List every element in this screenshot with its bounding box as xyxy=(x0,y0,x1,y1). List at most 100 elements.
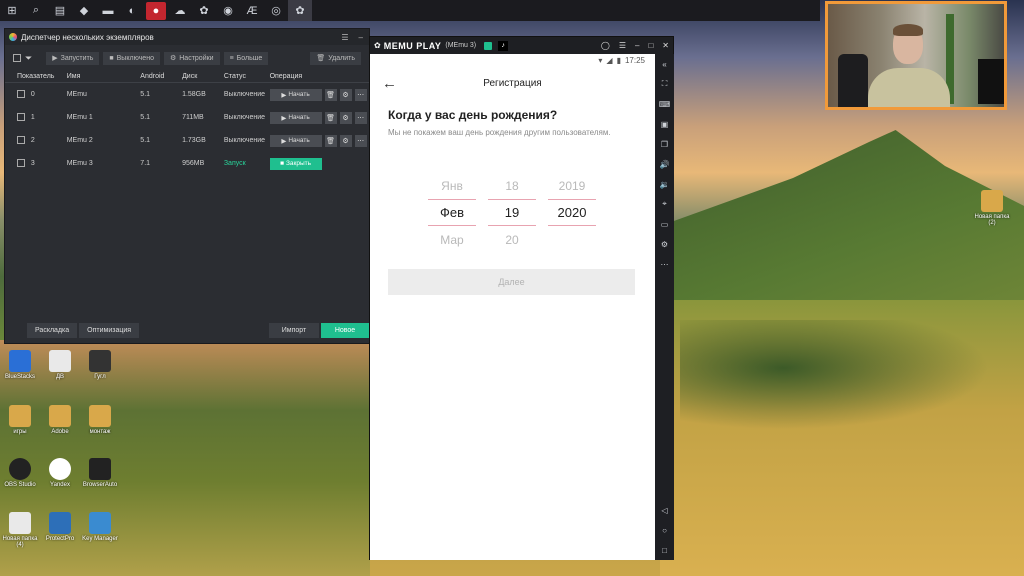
edge-icon[interactable]: ◐ xyxy=(120,0,144,21)
desktop-icon[interactable]: Adobe xyxy=(40,405,80,435)
layout-button[interactable]: Раскладка xyxy=(27,322,78,338)
trash-icon[interactable]: 🗑 xyxy=(324,134,337,147)
import-button[interactable]: Импорт xyxy=(269,322,319,338)
month-option[interactable]: Янв xyxy=(428,172,476,199)
optimize-button[interactable]: Оптимизация xyxy=(79,322,140,338)
record-icon[interactable]: ● xyxy=(146,1,166,20)
menu-icon[interactable]: ☰ xyxy=(341,33,348,42)
minimize-icon[interactable]: – xyxy=(359,33,363,42)
task-view-icon[interactable]: ▤ xyxy=(48,0,72,21)
desktop-icon[interactable]: BrowserAuto xyxy=(80,458,120,488)
table-row[interactable]: 0 MEmu 5.1 1.58GB Выключение ▶ Начать 🗑 ⚙ ⋯ xyxy=(5,83,369,106)
month-option[interactable]: Мар xyxy=(428,226,476,253)
desktop-icon[interactable]: монтаж xyxy=(80,405,120,435)
row-close-button[interactable]: ■ Закрыть xyxy=(269,157,322,170)
desktop-icon[interactable]: Yandex xyxy=(40,458,80,488)
day-selected[interactable]: 19 xyxy=(488,199,536,226)
close-icon[interactable]: ✕ xyxy=(662,41,669,50)
table-row[interactable]: 1 MEmu 1 5.1 711MB Выключение ▶ Начать 🗑 ⚙ ⋯ xyxy=(5,106,369,129)
volume-down-icon[interactable]: 🔉 xyxy=(660,174,670,194)
row-checkbox[interactable] xyxy=(17,89,25,98)
memu-taskbar-icon[interactable]: ✿ xyxy=(192,0,216,21)
desktop-icon[interactable]: Новая папка (2) xyxy=(972,190,1012,226)
select-all-checkbox[interactable] xyxy=(13,54,21,62)
desktop-icon[interactable]: игры xyxy=(0,405,40,435)
table-row[interactable]: 3 MEmu 3 7.1 956MB Запуск ■ Закрыть xyxy=(5,152,369,175)
row-start-button[interactable]: ▶ Начать xyxy=(269,134,322,147)
row-checkbox[interactable] xyxy=(17,112,25,121)
start-button[interactable]: ▶ Запустить xyxy=(46,51,100,65)
row-start-button[interactable]: ▶ Начать xyxy=(269,88,322,101)
desktop-icon[interactable]: Key Manager xyxy=(80,512,120,542)
account-icon[interactable]: ◯ xyxy=(601,41,610,50)
menu-icon[interactable]: ☰ xyxy=(619,41,626,50)
desktop-icon[interactable]: OBS Studio xyxy=(0,458,40,488)
gear-icon[interactable]: ⚙ xyxy=(339,111,352,124)
recents-nav-icon[interactable]: □ xyxy=(662,540,667,560)
next-button[interactable]: Далее xyxy=(388,269,635,295)
minimize-icon[interactable]: – xyxy=(635,41,639,50)
desktop-icon[interactable]: Гугл xyxy=(80,350,120,380)
volume-up-icon[interactable]: 🔊 xyxy=(660,154,670,174)
app-icon[interactable]: ◆ xyxy=(72,0,96,21)
gear-icon[interactable]: ⚙ xyxy=(339,88,352,101)
year-option[interactable]: 2019 xyxy=(548,172,596,199)
more-icon[interactable]: ⋯ xyxy=(354,111,367,124)
more-button[interactable]: ≡ Больше xyxy=(223,51,269,65)
settings-icon[interactable]: ⚙ xyxy=(661,234,668,254)
tiktok-tab-icon[interactable]: ♪ xyxy=(498,40,509,51)
apk-icon[interactable]: ▣ xyxy=(661,114,669,134)
memu-brand: MEMU PLAY xyxy=(383,40,442,51)
more-icon[interactable]: ⋯ xyxy=(661,254,669,274)
desktop-icon[interactable]: Новая папка (4) xyxy=(0,512,40,548)
obs-icon[interactable]: ◎ xyxy=(264,0,288,21)
folder-icon[interactable]: ▭ xyxy=(661,214,669,234)
table-row[interactable]: 2 MEmu 2 5.1 1.73GB Выключение ▶ Начать 🗑 ⚙… xyxy=(5,129,369,152)
keyboard-icon[interactable]: ⌨ xyxy=(659,94,671,114)
day-option[interactable]: 18 xyxy=(488,172,536,199)
month-wheel[interactable]: Янв Фев Мар xyxy=(428,172,476,253)
app-tab-icon[interactable] xyxy=(484,41,493,50)
row-checkbox[interactable] xyxy=(17,158,25,167)
back-nav-icon[interactable]: ◁ xyxy=(661,500,667,520)
app-bar: ← Регистрация xyxy=(370,66,655,100)
year-wheel[interactable]: 2019 2020 xyxy=(548,172,596,253)
desktop-icon[interactable]: BlueStacks xyxy=(0,350,40,380)
year-selected[interactable]: 2020 xyxy=(548,199,596,226)
row-index: 2 xyxy=(30,137,35,144)
delete-button[interactable]: 🗑 Удалить xyxy=(310,51,361,65)
home-nav-icon[interactable]: ○ xyxy=(662,520,667,540)
more-icon[interactable]: ⋯ xyxy=(354,134,367,147)
windows-start-icon[interactable]: ⊞ xyxy=(0,0,24,21)
year-option[interactable] xyxy=(548,226,596,253)
row-name: MEmu 1 xyxy=(66,114,93,121)
location-icon[interactable]: ⌖ xyxy=(662,194,667,214)
off-button[interactable]: ■ Выключено xyxy=(103,51,160,65)
multi-window-icon[interactable]: ❐ xyxy=(661,134,668,154)
day-option[interactable]: 20 xyxy=(488,226,536,253)
chrome-icon[interactable]: ◉ xyxy=(216,0,240,21)
search-icon[interactable]: ⌕ xyxy=(24,0,48,21)
month-selected[interactable]: Фев xyxy=(428,199,476,226)
desktop-icon[interactable]: ДВ xyxy=(40,350,80,380)
row-disk: 711MB xyxy=(182,114,204,121)
row-start-button[interactable]: ▶ Начать xyxy=(269,111,322,124)
fullscreen-icon[interactable]: ⛶ xyxy=(662,74,668,94)
trash-icon[interactable]: 🗑 xyxy=(324,111,337,124)
settings-button[interactable]: ⚙ Настройки xyxy=(163,51,220,65)
folder-icon[interactable]: ▬ xyxy=(96,0,120,21)
desktop-icon[interactable]: ProtectPro xyxy=(40,512,80,542)
expand-icon[interactable]: « xyxy=(662,54,666,74)
new-button[interactable]: Новое xyxy=(321,322,369,338)
memu-active-icon[interactable]: ✿ xyxy=(288,0,312,21)
cloud-icon[interactable]: ☁ xyxy=(168,0,192,21)
gear-icon[interactable]: ⚙ xyxy=(339,134,352,147)
day-wheel[interactable]: 18 19 20 xyxy=(488,172,536,253)
person-body xyxy=(868,68,950,107)
row-checkbox[interactable] xyxy=(17,135,25,144)
ae-icon[interactable]: Æ xyxy=(240,0,264,21)
maximize-icon[interactable]: □ xyxy=(648,41,653,50)
trash-icon[interactable]: 🗑 xyxy=(324,88,337,101)
more-icon[interactable]: ⋯ xyxy=(354,88,367,101)
filter-icon[interactable]: ⏷ xyxy=(25,53,32,64)
